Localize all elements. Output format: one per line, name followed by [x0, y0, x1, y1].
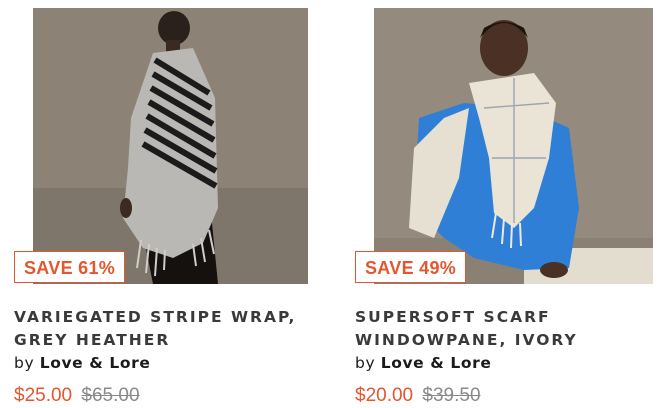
discount-badge: SAVE 61%	[14, 251, 126, 283]
original-price: $65.00	[81, 385, 140, 406]
brand-link[interactable]: Love & Lore	[381, 354, 492, 372]
product-card[interactable]: SAVE 49% SUPERSOFT SCARF WINDOWPANE, IVO…	[355, 0, 660, 408]
product-byline: by Love & Lore	[14, 353, 150, 373]
product-image[interactable]	[33, 8, 308, 284]
product-title[interactable]: SUPERSOFT SCARF WINDOWPANE, IVORY	[355, 306, 585, 352]
discount-badge: SAVE 49%	[355, 251, 467, 283]
product-byline: by Love & Lore	[355, 353, 491, 373]
product-photo-graphic	[33, 8, 308, 284]
by-label: by	[14, 354, 35, 372]
product-title[interactable]: VARIEGATED STRIPE WRAP, GREY HEATHER	[14, 306, 326, 352]
price-row: $25.00 $65.00	[14, 384, 140, 408]
product-image[interactable]	[374, 8, 653, 284]
sale-price: $20.00	[355, 385, 414, 406]
sale-price: $25.00	[14, 385, 73, 406]
price-row: $20.00 $39.50	[355, 384, 481, 408]
product-photo-graphic	[374, 8, 653, 284]
product-card[interactable]: SAVE 61% VARIEGATED STRIPE WRAP, GREY HE…	[14, 0, 324, 408]
by-label: by	[355, 354, 376, 372]
brand-link[interactable]: Love & Lore	[40, 354, 151, 372]
original-price: $39.50	[422, 385, 481, 406]
